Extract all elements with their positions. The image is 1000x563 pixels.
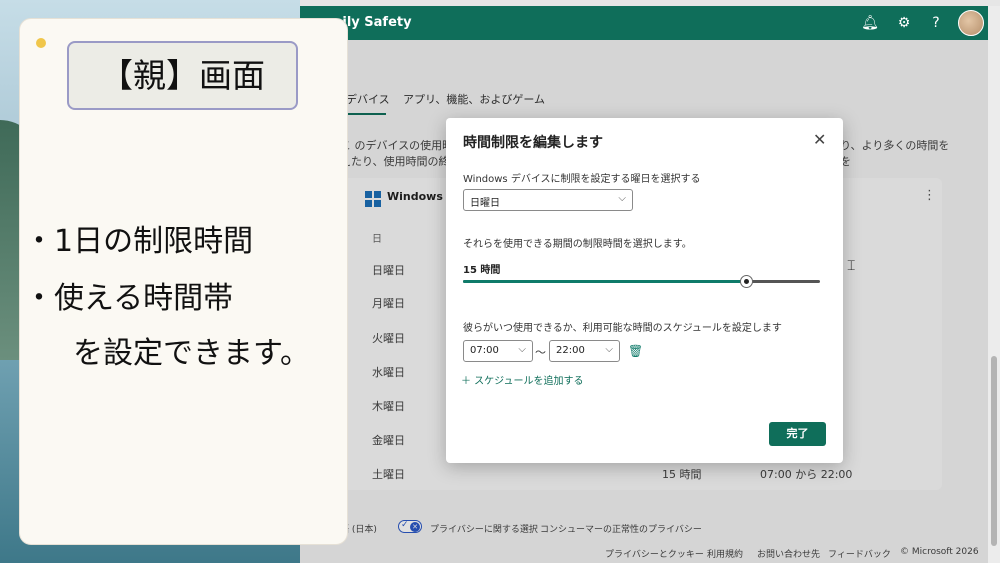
app-header: ...mily Safety 🔔︎ ⚙ ? — [300, 6, 988, 40]
chevron-down-icon: ⌵ — [518, 344, 526, 355]
note-line-1: ・1日の制限時間 — [24, 224, 254, 259]
mouse-cursor-icon: ⌶ — [847, 258, 856, 274]
range-separator: ～ — [535, 346, 546, 359]
day-select-label: Windows デバイスに制限を設定する曜日を選択する — [463, 174, 701, 185]
scrollbar-thumb[interactable] — [991, 356, 997, 546]
chevron-down-icon: ⌵ — [605, 344, 613, 355]
scrollbar[interactable] — [988, 6, 1000, 563]
add-schedule-link[interactable]: ＋ スケジュールを追加する — [461, 372, 583, 387]
end-time-select[interactable]: 22:00 ⌵ — [549, 340, 620, 362]
slider-thumb[interactable] — [740, 275, 754, 288]
close-icon[interactable]: ✕ — [813, 130, 826, 149]
day-select[interactable]: 日曜日 ⌵ — [463, 189, 633, 211]
done-button[interactable]: 完了 — [769, 422, 826, 446]
people-settings-icon[interactable]: ⚙ — [894, 13, 914, 33]
bell-icon[interactable]: 🔔︎ — [860, 13, 880, 33]
start-time-select[interactable]: 07:00 ⌵ — [463, 340, 533, 362]
note-dot-icon — [36, 38, 46, 48]
avatar[interactable] — [958, 10, 984, 36]
time-limit-slider[interactable] — [463, 275, 820, 288]
edit-time-limit-dialog: 時間制限を編集します ✕ Windows デバイスに制限を設定する曜日を選択する… — [446, 118, 843, 463]
dialog-title: 時間制限を編集します — [463, 135, 603, 151]
note-line-3: を設定できます。 — [73, 336, 310, 371]
overlay-note-panel: 【親】画面 ・1日の制限時間 ・使える時間帯 を設定できます。 — [19, 18, 348, 545]
note-line-2: ・使える時間帯 — [24, 281, 234, 316]
schedule-label: 彼らがいつ使用できるか、利用可能な時間のスケジュールを設定します — [463, 323, 782, 334]
help-icon[interactable]: ? — [926, 13, 946, 33]
trash-icon[interactable]: 🗑︎ — [628, 344, 643, 358]
note-title: 【親】画面 — [67, 41, 298, 110]
slider-fill — [463, 280, 747, 283]
chevron-down-icon: ⌵ — [618, 193, 626, 204]
limit-label: それらを使用できる期間の制限時間を選択します。 — [463, 239, 692, 250]
limit-value: 15 時間 — [463, 265, 501, 276]
